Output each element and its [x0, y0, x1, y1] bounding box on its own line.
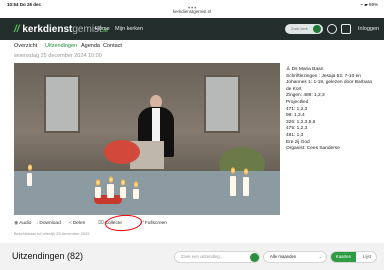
broadcast-search-input[interactable]: Zoek een uitzending... [174, 251, 260, 263]
audio-label: Audio [19, 221, 32, 226]
broadcast-search-placeholder: Zoek een uitzending... [181, 254, 224, 259]
kerkdienstgemist-logo[interactable]: // kerkdienstgemist.nl [14, 24, 108, 35]
nav-mijn-kerken[interactable]: Mijn kerken [115, 18, 143, 40]
altar-table [14, 171, 280, 215]
month-filter-select[interactable]: Alle maanden ⌄ [263, 251, 327, 263]
logo-mark-icon: // [14, 24, 20, 35]
section-title: Uitzendingen (82) [12, 251, 84, 261]
share-label: Delen [72, 221, 86, 226]
audio-icon: ◉ [14, 221, 19, 226]
video-player[interactable] [14, 63, 280, 215]
candle-flame [121, 179, 125, 186]
candle [243, 177, 249, 196]
chevron-down-icon: ⌄ [318, 254, 322, 259]
nav-home[interactable]: Home [95, 18, 110, 40]
fullscreen-button[interactable]: ⤢Fullscreen [140, 219, 167, 228]
song-line: 98: 1,3,4 [286, 113, 305, 119]
audio-button[interactable]: ◉Audio [14, 219, 31, 228]
candle [230, 176, 236, 196]
collect-icon: ⌧ [98, 221, 104, 226]
broadcast-date: woensdag 25 december 2024 10:00 [14, 53, 102, 59]
songs-line: Zingen: 489: 1,2,3 [286, 93, 325, 99]
view-toggle[interactable]: Kaarten Lijst [330, 251, 377, 263]
candle-flame [96, 179, 100, 186]
download-label: Download [39, 221, 61, 226]
globe-icon[interactable] [327, 24, 337, 34]
church-window [204, 75, 240, 133]
search-icon[interactable] [313, 25, 321, 33]
more-dots-icon[interactable]: ••• [188, 3, 197, 15]
month-filter-value: Alle maanden [270, 254, 297, 259]
scripture-readings: Schriftlezingen : Jesaja 52: 7-10 en Joh… [286, 73, 372, 92]
share-button[interactable]: <Delen [69, 219, 85, 228]
tab-overzicht[interactable]: Overzicht [14, 40, 37, 52]
project-song-title: Projectlied [286, 99, 309, 105]
church-window [44, 75, 80, 133]
page-tabs: Overzicht Uitzendingen Agenda Contact [0, 40, 384, 52]
available-until: Beschikbaar tot uiterlijk 25 december 20… [14, 231, 90, 236]
candle [95, 187, 101, 198]
candle-flame [109, 176, 113, 183]
song-line: 481: 1,3 [286, 132, 304, 138]
organist-line: Organist: Cees Sanderse [286, 146, 340, 152]
download-button[interactable]: ↓Download [36, 219, 61, 228]
search-icon[interactable] [250, 253, 259, 262]
church-search[interactable]: Zoek kerk [285, 24, 323, 34]
cards-view-button[interactable]: Kaarten [331, 252, 356, 262]
service-information: ♙ Ds Maria Baan Schriftlezingen : Jesaja… [286, 67, 378, 153]
hand-drawn-circle-annotation [104, 213, 143, 233]
login-link[interactable]: Inloggen [358, 18, 379, 40]
tab-uitzendingen[interactable]: Uitzendingen [45, 40, 77, 52]
tab-contact[interactable]: Contact [103, 40, 122, 52]
tab-agenda[interactable]: Agenda [81, 40, 100, 52]
red-flower-arrangement [104, 140, 140, 164]
candle-flame [231, 167, 235, 174]
church-search-placeholder: Zoek kerk [291, 27, 308, 31]
share-icon: < [69, 221, 72, 226]
fullscreen-label: Fullscreen [144, 221, 167, 226]
candle [120, 187, 126, 198]
candle [133, 189, 139, 199]
minister-name: ♙ Ds Maria Baan [286, 67, 324, 72]
candle-flame [134, 181, 138, 188]
candle [27, 173, 32, 186]
logo-brand: kerkdienst [22, 24, 73, 35]
list-view-button[interactable]: Lijst [356, 252, 376, 262]
user-icon[interactable] [341, 24, 351, 34]
candle-flame [28, 164, 32, 171]
candle [107, 184, 114, 198]
candle-flame [244, 168, 248, 175]
song-line: 475: 1,2,3 [286, 126, 308, 132]
site-header: // kerkdienstgemist.nl Home Mijn kerken … [0, 18, 384, 40]
browser-url-bar[interactable]: ••• kerkdienstgemist.nl [0, 6, 384, 18]
uitzendingen-section: Uitzendingen (82) Zoek een uitzending...… [0, 243, 384, 270]
